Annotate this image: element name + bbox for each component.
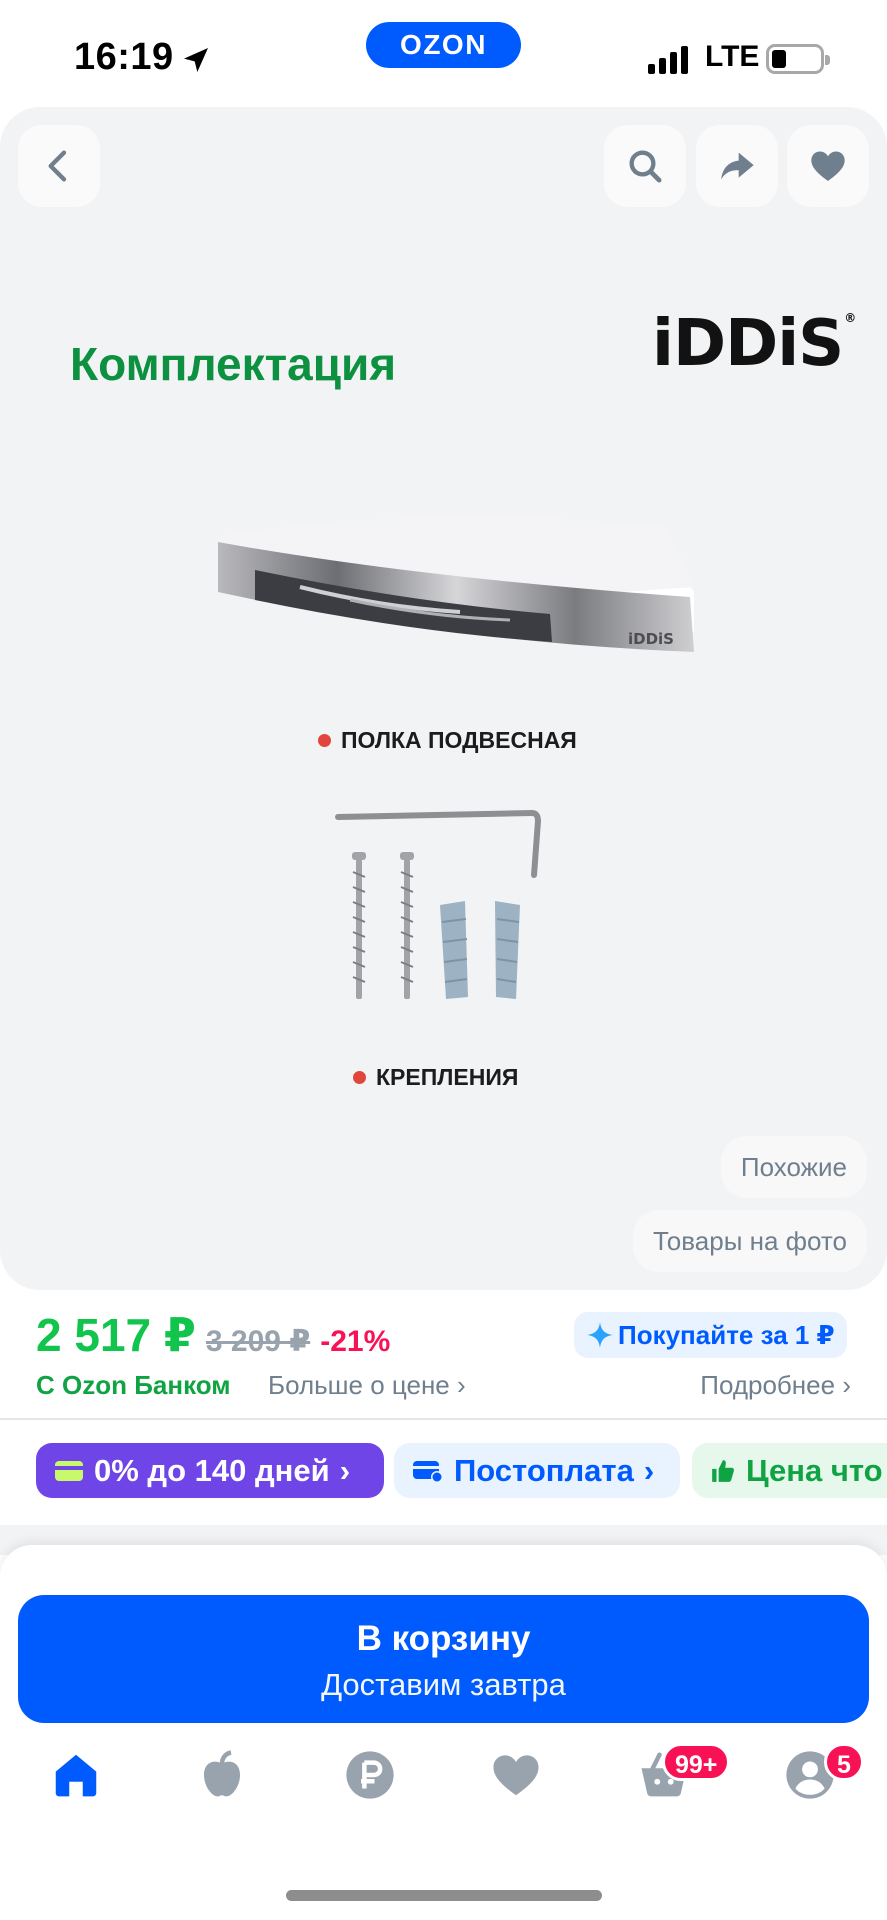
profile-notification-badge: 5 — [824, 1743, 864, 1781]
tab-favorites[interactable] — [486, 1745, 546, 1805]
goods-on-photo-chip[interactable]: Товары на фото — [632, 1210, 867, 1272]
photo-heading: Комплектация — [70, 338, 397, 390]
tab-home[interactable] — [46, 1745, 106, 1805]
home-indicator[interactable] — [286, 1890, 602, 1901]
ruble-icon — [346, 1751, 394, 1799]
shelf-label: ПОЛКА ПОДВЕСНАЯ — [318, 727, 577, 754]
status-bar: 16:19 OZON LTE — [0, 0, 887, 110]
thumbs-up-icon — [712, 1459, 734, 1482]
corner-shelf-image: iDDiS — [218, 517, 694, 652]
price-why-pill[interactable]: Цена что — [692, 1443, 887, 1498]
old-price: 3 209 ₽ — [205, 1325, 311, 1358]
share-button[interactable] — [696, 125, 778, 207]
bullet-dot — [318, 734, 331, 747]
chevron-right-icon: › — [643, 1452, 655, 1488]
add-to-cart-button[interactable]: В корзину Доставим завтра — [18, 1595, 869, 1723]
delivery-label: Доставим завтра — [321, 1667, 566, 1702]
more-about-price-link[interactable]: Больше о цене › — [268, 1370, 466, 1401]
postpay-pill[interactable]: Постоплата › — [394, 1443, 680, 1498]
signal-icon — [648, 46, 688, 74]
installment-pill[interactable]: 0% до 140 дней › — [36, 1443, 384, 1498]
bottom-tab-bar: 99+ 5 — [0, 1743, 887, 1835]
share-icon — [721, 152, 754, 180]
ozon-logo[interactable]: OZON — [366, 22, 521, 68]
heart-icon — [493, 1755, 539, 1796]
bullet-dot — [353, 1071, 366, 1084]
add-to-cart-label: В корзину — [356, 1619, 531, 1658]
search-icon — [629, 150, 662, 183]
fasteners-image — [335, 809, 542, 999]
back-icon — [48, 150, 67, 182]
discount-badge: -21% — [320, 1325, 391, 1358]
chevron-right-icon: › — [842, 1370, 851, 1400]
tab-finance[interactable] — [340, 1745, 400, 1805]
heart-icon — [811, 151, 845, 181]
details-link[interactable]: Подробнее › — [700, 1370, 851, 1401]
tab-fresh[interactable] — [192, 1745, 252, 1805]
card-clock-icon — [413, 1460, 443, 1483]
buy-for-1-ruble-button[interactable]: Покупайте за 1 ₽ — [574, 1312, 847, 1358]
chevron-right-icon: › — [339, 1452, 351, 1488]
favorite-button[interactable] — [787, 125, 869, 207]
card-icon — [55, 1460, 83, 1481]
product-gallery[interactable]: Комплектация iDDiS ® iDDiS ПОЛКА ПОДВЕСНА… — [0, 107, 887, 1290]
location-arrow-icon — [184, 48, 208, 72]
clock: 16:19 — [74, 36, 174, 78]
sparkle-icon — [587, 1322, 613, 1348]
chevron-right-icon: › — [457, 1370, 466, 1400]
price-row: 2 517 ₽ 3 209 ₽ -21% — [36, 1308, 390, 1362]
network-type: LTE — [705, 40, 760, 73]
back-button[interactable] — [18, 125, 100, 207]
battery-icon — [766, 44, 830, 74]
home-icon — [55, 1754, 97, 1797]
current-price: 2 517 ₽ — [36, 1309, 196, 1361]
fasteners-label: КРЕПЛЕНИЯ — [353, 1064, 518, 1091]
similar-chip[interactable]: Похожие — [720, 1136, 867, 1198]
ozon-bank-label: С Ozon Банком — [36, 1370, 231, 1400]
search-button[interactable] — [604, 125, 686, 207]
divider — [0, 1418, 887, 1420]
svg-text:iDDiS: iDDiS — [628, 630, 674, 648]
apple-icon — [204, 1750, 240, 1797]
brand-logo: iDDiS ® — [652, 307, 856, 381]
cart-count-badge: 99+ — [662, 1743, 731, 1781]
